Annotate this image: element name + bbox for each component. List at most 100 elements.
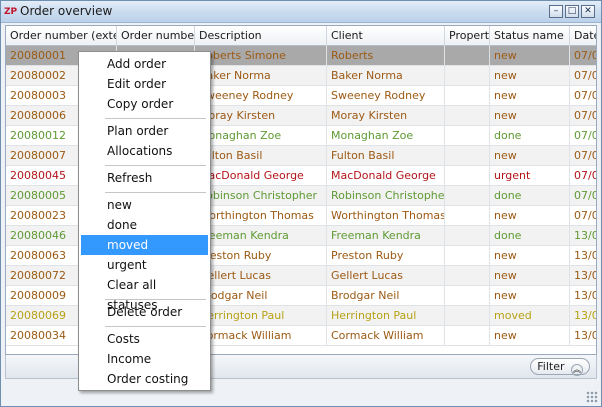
- cell-desc: Sweeney Rodney: [195, 86, 327, 106]
- cell-date: 07/0: [574, 209, 597, 222]
- cell-status: new: [490, 286, 570, 306]
- menu-item-add-order[interactable]: Add order: [81, 54, 208, 74]
- close-button[interactable]: ✕: [581, 5, 595, 18]
- cell-client: Sweeney Rodney: [327, 86, 445, 106]
- cell-date: 07/0: [574, 129, 597, 142]
- cell-desc: Worthington Thomas: [195, 206, 327, 226]
- menu-item-edit-order[interactable]: Edit order: [81, 74, 208, 94]
- menu-separator: [105, 192, 206, 193]
- cell-status: new: [490, 146, 570, 166]
- cell-prop: [445, 126, 490, 146]
- cell-prop: [445, 246, 490, 266]
- cell-date: 07/0: [574, 169, 597, 182]
- cell-status: new: [490, 246, 570, 266]
- cell-prop: [445, 266, 490, 286]
- cell-prop: [445, 326, 490, 346]
- cell-client: Brodgar Neil: [327, 286, 445, 306]
- cell-status: moved: [490, 306, 570, 326]
- cell-status: new: [490, 206, 570, 226]
- cell-client: Herrington Paul: [327, 306, 445, 326]
- cell-desc: Brodgar Neil: [195, 286, 327, 306]
- menu-item-income[interactable]: Income: [81, 349, 208, 369]
- cell-prop: [445, 166, 490, 186]
- menu-item-refresh[interactable]: Refresh: [81, 168, 208, 188]
- cell-status: new: [490, 106, 570, 126]
- cell-desc: Monaghan Zoe: [195, 126, 327, 146]
- filter-button[interactable]: Filter ︽: [530, 358, 590, 376]
- column-header-status-name[interactable]: Status name: [490, 26, 570, 46]
- cell-date: 13/0: [574, 269, 597, 282]
- column-header-client[interactable]: Client: [327, 26, 445, 46]
- cell-prop: [445, 86, 490, 106]
- menu-item-order-costing[interactable]: Order costing: [81, 369, 208, 389]
- cell-prop: [445, 306, 490, 326]
- context-menu: Add order Edit order Copy order Plan ord…: [78, 51, 211, 391]
- maximize-button[interactable]: □: [565, 5, 579, 18]
- menu-separator: [105, 165, 206, 166]
- cell-client: Baker Norma: [327, 66, 445, 86]
- cell-status: new: [490, 86, 570, 106]
- column-header-description[interactable]: Description: [195, 26, 327, 46]
- cell-prop: [445, 286, 490, 306]
- window-title: Order overview: [20, 4, 113, 18]
- filter-label: Filter: [537, 360, 565, 373]
- cell-client: Gellert Lucas: [327, 266, 445, 286]
- cell-client: Robinson Christopher: [327, 186, 445, 206]
- menu-item-clear-all-statuses[interactable]: Clear all statuses: [81, 275, 208, 312]
- cell-desc: Herrington Paul: [195, 306, 327, 326]
- cell-client: Roberts: [327, 46, 445, 66]
- minimize-button[interactable]: –: [549, 5, 563, 18]
- cell-desc: Gellert Lucas: [195, 266, 327, 286]
- cell-prop: [445, 206, 490, 226]
- cell-date: 07/0: [574, 149, 597, 162]
- cell-client: Preston Ruby: [327, 246, 445, 266]
- cell-status: urgent: [490, 166, 570, 186]
- cell-date: 13/0: [574, 309, 597, 322]
- column-header-order-number[interactable]: Order number: [117, 26, 195, 46]
- column-header-order-number-extern[interactable]: Order number (extern: [6, 26, 117, 46]
- menu-item-delete-order[interactable]: Delete order: [81, 302, 208, 322]
- title-bar[interactable]: ZP Order overview – □ ✕: [1, 1, 601, 23]
- menu-item-allocations[interactable]: Allocations: [81, 141, 208, 161]
- cell-client: Freeman Kendra: [327, 226, 445, 246]
- cell-date: 13/0: [574, 329, 597, 342]
- menu-separator: [105, 326, 206, 327]
- cell-desc: Preston Ruby: [195, 246, 327, 266]
- column-header-date[interactable]: Date: [570, 26, 596, 46]
- cell-date: 07/0: [574, 109, 597, 122]
- column-header-property[interactable]: Property: [445, 26, 490, 46]
- menu-item-status-moved[interactable]: moved: [81, 235, 208, 255]
- menu-item-status-done[interactable]: done: [81, 215, 208, 235]
- double-chevron-up-icon: ︽: [571, 364, 583, 376]
- cell-date: 13/0: [574, 249, 597, 262]
- cell-desc: Fulton Basil: [195, 146, 327, 166]
- cell-date: 13/0: [574, 229, 597, 242]
- cell-status: done: [490, 226, 570, 246]
- cell-desc: Cormack William: [195, 326, 327, 346]
- cell-date: 07/0: [574, 189, 597, 202]
- cell-date: 13/0: [574, 289, 597, 302]
- cell-desc: MacDonald George: [195, 166, 327, 186]
- cell-status: done: [490, 126, 570, 146]
- menu-item-status-urgent[interactable]: urgent: [81, 255, 208, 275]
- cell-prop: [445, 46, 490, 66]
- cell-prop: [445, 66, 490, 86]
- menu-item-copy-order[interactable]: Copy order: [81, 94, 208, 114]
- menu-item-plan-order[interactable]: Plan order: [81, 121, 208, 141]
- resize-grip-icon[interactable]: [586, 391, 598, 403]
- cell-client: Moray Kirsten: [327, 106, 445, 126]
- cell-date: 07/0: [574, 49, 597, 62]
- cell-client: Monaghan Zoe: [327, 126, 445, 146]
- menu-item-costs[interactable]: Costs: [81, 329, 208, 349]
- cell-prop: [445, 106, 490, 126]
- cell-status: new: [490, 66, 570, 86]
- cell-prop: [445, 146, 490, 166]
- cell-status: new: [490, 326, 570, 346]
- cell-desc: Moray Kirsten: [195, 106, 327, 126]
- grid-header: Order number (extern Order number Descri…: [6, 26, 596, 46]
- cell-client: Cormack William: [327, 326, 445, 346]
- cell-desc: Robinson Christopher: [195, 186, 327, 206]
- cell-client: Worthington Thomas: [327, 206, 445, 226]
- menu-item-status-new[interactable]: new: [81, 195, 208, 215]
- cell-status: done: [490, 186, 570, 206]
